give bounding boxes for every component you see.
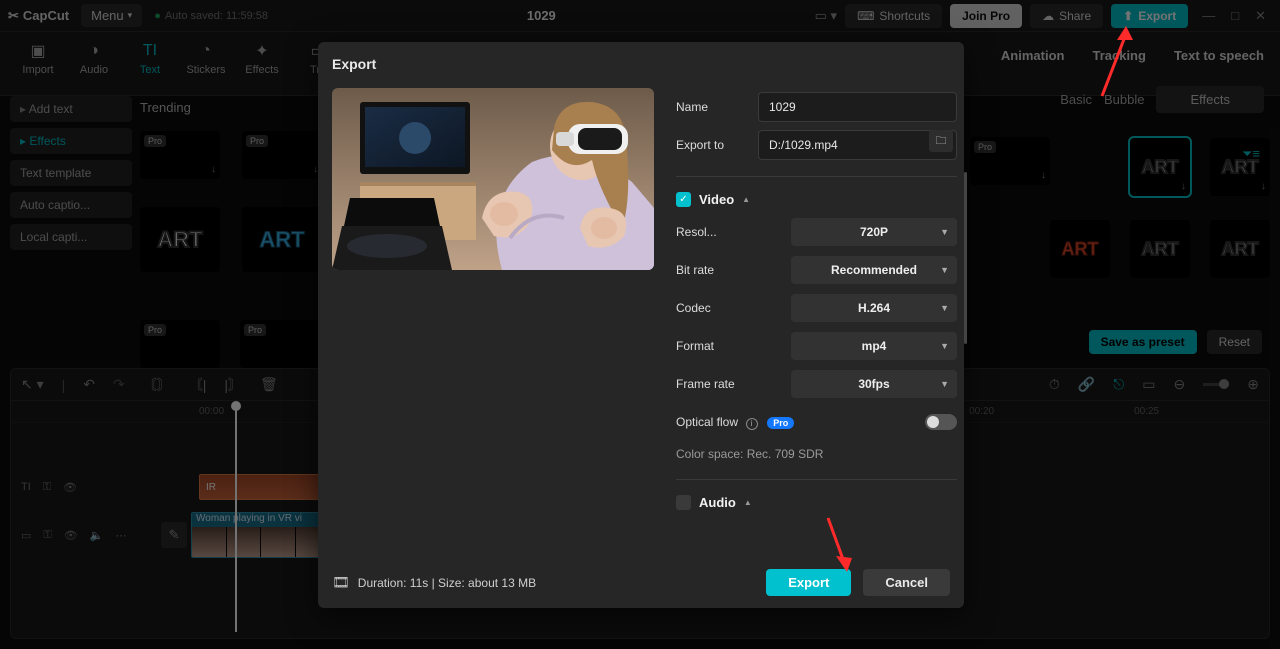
chevron-up-icon: ▲: [742, 195, 750, 204]
chevron-up-icon: ▲: [744, 498, 752, 507]
cancel-button[interactable]: Cancel: [863, 569, 950, 596]
folder-icon: 🗀: [936, 132, 947, 151]
codec-label: Codec: [676, 301, 711, 315]
scrollbar[interactable]: [964, 172, 967, 344]
optical-flow-toggle[interactable]: [925, 414, 957, 430]
duration-size-text: Duration: 11s | Size: about 13 MB: [358, 576, 536, 590]
audio-section-label: Audio: [699, 495, 736, 510]
export-preview: [332, 88, 654, 270]
name-input[interactable]: [758, 92, 957, 122]
resolution-value: 720P: [860, 225, 888, 239]
chevron-down-icon: ▼: [940, 379, 949, 389]
chevron-down-icon: ▼: [940, 227, 949, 237]
video-section-label: Video: [699, 192, 734, 207]
framerate-value: 30fps: [858, 377, 889, 391]
export-confirm-button[interactable]: Export: [766, 569, 851, 596]
chevron-down-icon: ▼: [940, 265, 949, 275]
export-to-label: Export to: [676, 138, 758, 152]
name-label: Name: [676, 100, 758, 114]
info-icon[interactable]: i: [746, 418, 758, 430]
color-space-text: Color space: Rec. 709 SDR: [676, 447, 823, 461]
video-checkbox[interactable]: ✓: [676, 192, 691, 207]
divider: [676, 176, 957, 177]
film-icon: 🎞: [332, 574, 350, 591]
framerate-select[interactable]: 30fps ▼: [791, 370, 957, 398]
bitrate-value: Recommended: [831, 263, 917, 277]
format-select[interactable]: mp4 ▼: [791, 332, 957, 360]
resolution-select[interactable]: 720P ▼: [791, 218, 957, 246]
video-section-row[interactable]: ✓ Video ▲: [676, 185, 957, 213]
optical-flow-label: Optical flow: [676, 415, 738, 429]
preview-image: [332, 88, 654, 270]
pro-badge: Pro: [767, 417, 794, 429]
export-path-input[interactable]: [758, 130, 957, 160]
codec-select[interactable]: H.264 ▼: [791, 294, 957, 322]
export-dialog: Export: [318, 42, 964, 608]
chevron-down-icon: ▼: [940, 303, 949, 313]
resolution-label: Resol...: [676, 225, 717, 239]
format-label: Format: [676, 339, 714, 353]
dialog-footer: 🎞 Duration: 11s | Size: about 13 MB Expo…: [332, 569, 950, 596]
dialog-title: Export: [318, 42, 964, 82]
audio-checkbox[interactable]: ✓: [676, 495, 691, 510]
export-form: Name Export to 🗀 ✓ Video ▲ Resol...: [676, 82, 957, 542]
divider: [676, 479, 957, 480]
bitrate-label: Bit rate: [676, 263, 714, 277]
chevron-down-icon: ▼: [940, 341, 949, 351]
framerate-label: Frame rate: [676, 377, 735, 391]
codec-value: H.264: [858, 301, 890, 315]
browse-folder-button[interactable]: 🗀: [929, 130, 953, 152]
bitrate-select[interactable]: Recommended ▼: [791, 256, 957, 284]
format-value: mp4: [862, 339, 887, 353]
audio-section-row[interactable]: ✓ Audio ▲: [676, 488, 957, 516]
